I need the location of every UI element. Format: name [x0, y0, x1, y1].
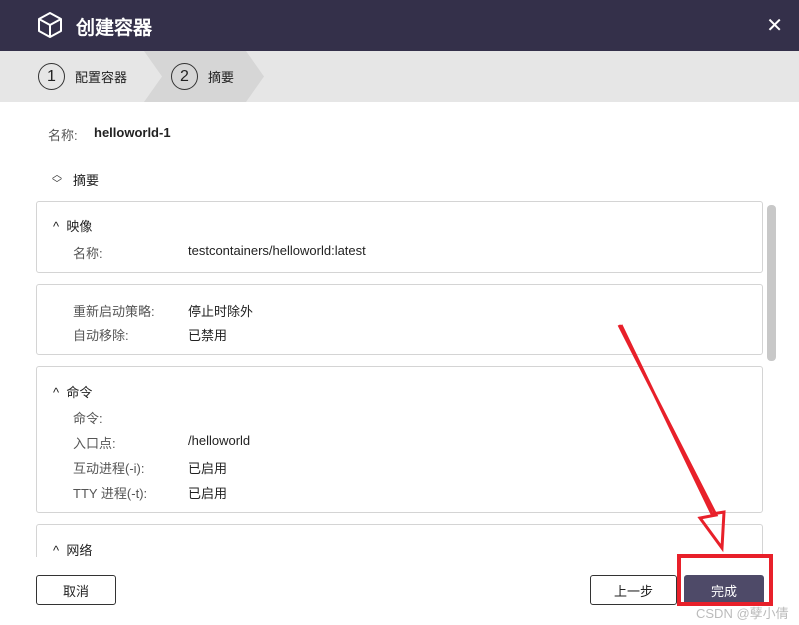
arrow-annotation [617, 324, 726, 553]
highlight-box [677, 554, 773, 606]
annotation-overlay [617, 324, 773, 606]
watermark: CSDN @孽小倩 [696, 606, 789, 621]
